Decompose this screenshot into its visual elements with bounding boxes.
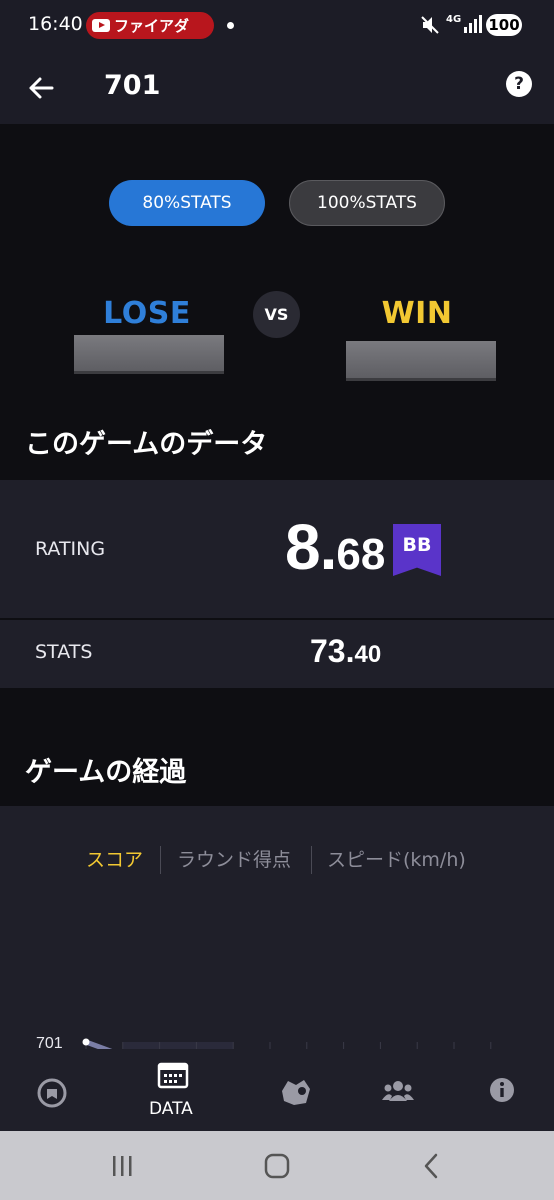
signal-icon bbox=[464, 15, 482, 33]
progress-chart-card: 701350 スコア ラウンド得点 スピード(km/h) bbox=[0, 806, 554, 1049]
award-icon bbox=[282, 1080, 310, 1105]
data-icon bbox=[157, 1062, 189, 1089]
status-bar: 16:40 ファイアダ 4G 100 bbox=[0, 0, 554, 52]
stats-80-button[interactable]: 80%STATS bbox=[109, 180, 265, 226]
battery-indicator: 100 bbox=[486, 14, 522, 36]
home-button-icon[interactable] bbox=[257, 1151, 297, 1181]
rating-row: RATING 8.68 BB bbox=[0, 480, 554, 618]
tab-score[interactable]: スコア bbox=[86, 844, 143, 876]
chart-tabs: スコア ラウンド得点 スピード(km/h) bbox=[0, 844, 554, 876]
help-icon[interactable]: ? bbox=[506, 71, 532, 97]
score-chart: 701350 bbox=[36, 1035, 492, 1049]
lose-label: LOSE bbox=[103, 296, 191, 331]
page-title: 701 bbox=[104, 70, 161, 101]
back-button-icon[interactable] bbox=[412, 1151, 452, 1181]
vs-badge: VS bbox=[253, 291, 300, 338]
game-data-title: このゲームのデータ bbox=[25, 429, 268, 460]
nav-home[interactable] bbox=[18, 1049, 88, 1131]
notification-dot-icon bbox=[227, 22, 234, 29]
system-navigation-bar bbox=[0, 1131, 554, 1200]
recent-apps-icon[interactable] bbox=[102, 1151, 142, 1181]
rating-value: 8.68 bbox=[285, 510, 385, 584]
notification-app-name: ファイアダ bbox=[114, 17, 190, 35]
info-icon bbox=[490, 1078, 514, 1102]
stats-dec: 40 bbox=[354, 641, 382, 668]
bottom-navigation: DATA bbox=[0, 1049, 554, 1131]
chart-y-tick-label: 701 bbox=[36, 1035, 63, 1049]
win-label: WIN bbox=[381, 296, 453, 331]
back-arrow-icon[interactable] bbox=[22, 69, 60, 107]
tab-divider bbox=[160, 846, 161, 874]
chart-data-point bbox=[82, 1038, 90, 1046]
home-icon bbox=[37, 1078, 67, 1108]
tab-divider bbox=[311, 846, 312, 874]
app-header: 701 ? bbox=[0, 52, 554, 124]
rating-dec: 68 bbox=[336, 530, 386, 579]
nav-data[interactable]: DATA bbox=[133, 1049, 213, 1131]
stats-value: 73.40 bbox=[310, 633, 381, 670]
stats-100-button[interactable]: 100%STATS bbox=[289, 180, 445, 226]
stats-label: STATS bbox=[35, 641, 93, 663]
winning-player-redacted bbox=[346, 341, 496, 378]
group-icon bbox=[382, 1081, 414, 1101]
stats-int: 73. bbox=[310, 633, 355, 669]
main-content: 80%STATS 100%STATS LOSE VS WIN このゲームのデータ… bbox=[0, 124, 554, 1049]
rating-label: RATING bbox=[35, 538, 106, 560]
nav-info[interactable] bbox=[468, 1049, 538, 1131]
stats-row: STATS 73.40 bbox=[0, 620, 554, 688]
game-progress-title: ゲームの経過 bbox=[25, 757, 187, 788]
losing-player-redacted bbox=[74, 335, 224, 371]
network-type: 4G bbox=[446, 14, 462, 25]
rank-badge: BB bbox=[393, 524, 441, 576]
youtube-icon bbox=[92, 19, 110, 32]
status-time: 16:40 bbox=[28, 13, 83, 35]
nav-award[interactable] bbox=[262, 1049, 332, 1131]
tab-round-points[interactable]: ラウンド得点 bbox=[177, 844, 291, 876]
tab-speed[interactable]: スピード(km/h) bbox=[327, 844, 466, 876]
notification-pill[interactable]: ファイアダ bbox=[86, 12, 214, 39]
chart-highlight-band bbox=[122, 1042, 234, 1049]
nav-friends[interactable] bbox=[366, 1049, 436, 1131]
mute-icon bbox=[421, 16, 439, 34]
rating-int: 8. bbox=[285, 511, 337, 583]
nav-data-label: DATA bbox=[149, 1099, 193, 1119]
